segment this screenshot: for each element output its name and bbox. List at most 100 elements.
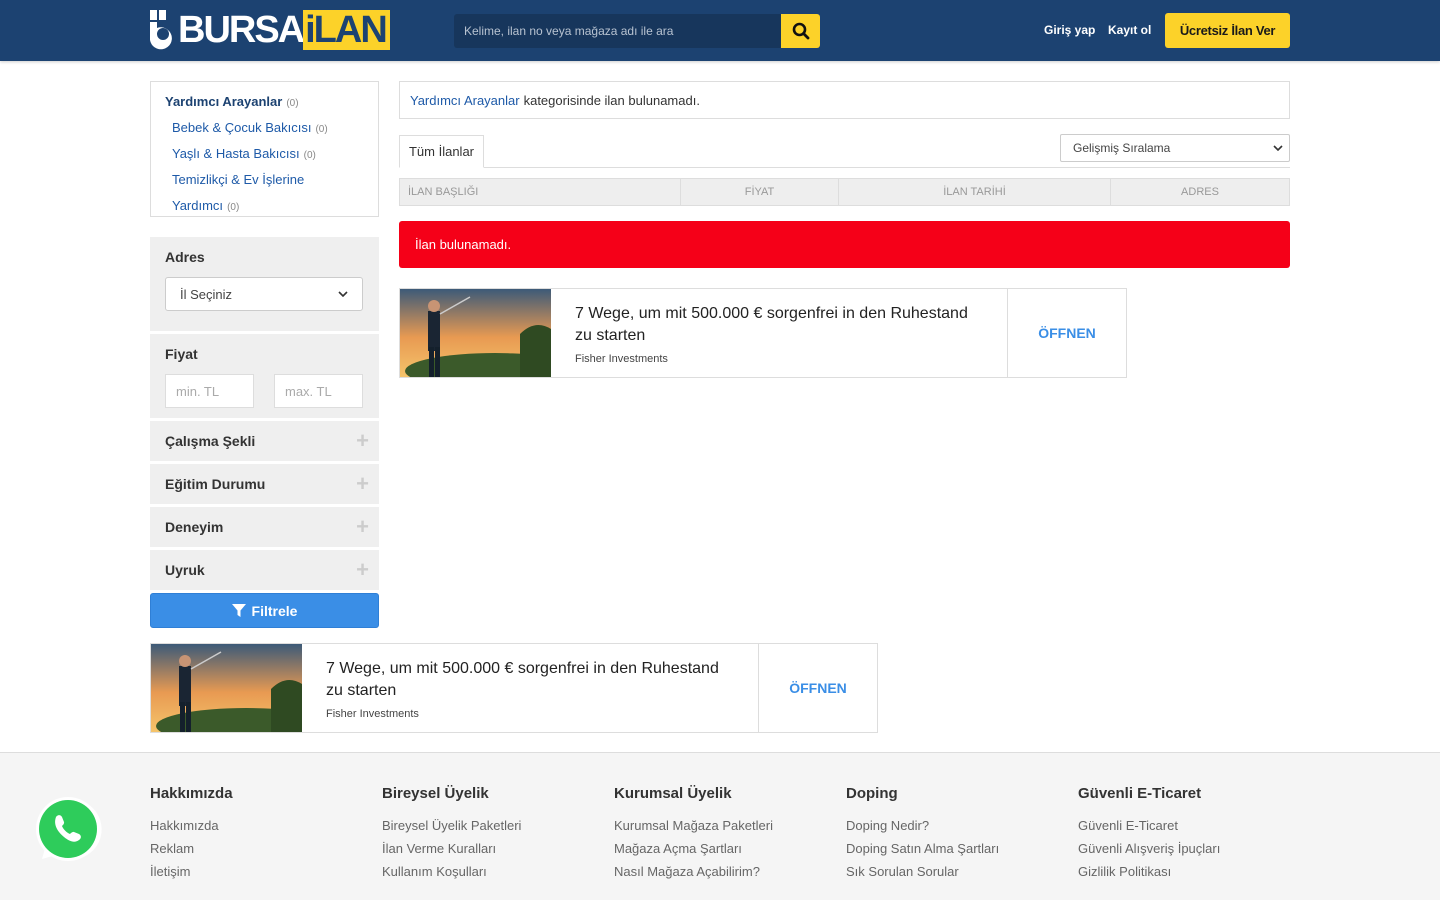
footer-link[interactable]: Bireysel Üyelik Paketleri bbox=[382, 814, 521, 837]
register-link[interactable]: Kayıt ol bbox=[1108, 23, 1151, 37]
footer-column-title: Bireysel Üyelik bbox=[382, 785, 489, 802]
search-input[interactable] bbox=[454, 14, 781, 48]
price-min-input[interactable] bbox=[165, 374, 254, 408]
plus-icon: + bbox=[356, 471, 369, 496]
footer-column-title: Hakkımızda bbox=[150, 785, 233, 802]
category-item[interactable]: Temizlikçi & Ev İşlerine bbox=[165, 172, 364, 190]
search-button[interactable] bbox=[781, 14, 820, 48]
footer-link[interactable]: Güvenli E-Ticaret bbox=[1078, 814, 1220, 837]
address-filter-title: Adres bbox=[165, 249, 205, 265]
footer-link[interactable]: Doping Nedir? bbox=[846, 814, 999, 837]
province-select-value: İl Seçiniz bbox=[180, 286, 233, 302]
no-listing-notice: Yardımcı Arayanlar kategorisinde ilan bu… bbox=[399, 81, 1290, 119]
tab-all-listings[interactable]: Tüm İlanlar bbox=[399, 135, 484, 168]
plus-icon: + bbox=[356, 514, 369, 539]
category-item[interactable]: Yaşlı & Hasta Bakıcısı (0) bbox=[165, 146, 364, 164]
site-header: BURSA iLAN Giriş yap Kayıt ol Ücretsiz İ… bbox=[0, 0, 1440, 61]
search-icon bbox=[792, 22, 809, 40]
post-free-ad-button[interactable]: Ücretsiz İlan Ver bbox=[1165, 13, 1290, 48]
footer-link[interactable]: Sık Sorulan Sorular bbox=[846, 860, 999, 883]
footer-column: Kurumsal Üyelik Kurumsal Mağaza Paketler… bbox=[614, 785, 773, 883]
footer-link[interactable]: Kullanım Koşulları bbox=[382, 860, 521, 883]
filter-button[interactable]: Filtrele bbox=[150, 593, 379, 628]
footer-link[interactable]: Nasıl Mağaza Açabilirim? bbox=[614, 860, 773, 883]
sponsored-ad[interactable]: 7 Wege, um mit 500.000 € sorgenfrei in d… bbox=[150, 643, 878, 733]
chevron-down-icon bbox=[338, 291, 348, 297]
filter-button-label: Filtrele bbox=[251, 602, 298, 619]
filter-section-title: Eğitim Durumu bbox=[165, 476, 266, 492]
category-list: Yardımcı Arayanlar (0) Bebek & Çocuk Bakı… bbox=[150, 81, 379, 217]
footer-link[interactable]: Kurumsal Mağaza Paketleri bbox=[614, 814, 773, 837]
sort-select[interactable]: Gelişmiş Sıralama bbox=[1060, 134, 1290, 162]
category-count: (0) bbox=[227, 202, 240, 213]
no-listings-alert: İlan bulunamadı. bbox=[399, 221, 1290, 268]
ad-open-button[interactable]: ÖFFNEN bbox=[1008, 289, 1126, 377]
notice-category-link[interactable]: Yardımcı Arayanlar bbox=[410, 93, 520, 108]
ad-open-button[interactable]: ÖFFNEN bbox=[759, 644, 877, 732]
ad-sponsor: Fisher Investments bbox=[575, 353, 668, 365]
filter-education[interactable]: Eğitim Durumu + bbox=[150, 464, 379, 504]
filter-section-title: Çalışma Şekli bbox=[165, 433, 256, 449]
funnel-icon bbox=[231, 603, 246, 617]
site-footer: Hakkımızda Hakkımızda Reklam İletişim Bi… bbox=[0, 752, 1440, 900]
logo-mark-icon bbox=[150, 10, 178, 50]
listing-table-header: İLAN BAŞLIĞI FİYAT İLAN TARİHİ ADRES bbox=[399, 178, 1290, 206]
filter-working-type[interactable]: Çalışma Şekli + bbox=[150, 421, 379, 461]
filter-section-title: Deneyim bbox=[165, 519, 224, 535]
footer-link[interactable]: Doping Satın Alma Şartları bbox=[846, 837, 999, 860]
column-header-address[interactable]: ADRES bbox=[1111, 179, 1289, 205]
footer-link[interactable]: Gizlilik Politikası bbox=[1078, 860, 1220, 883]
footer-column: Hakkımızda Hakkımızda Reklam İletişim bbox=[150, 785, 233, 883]
footer-column: Bireysel Üyelik Bireysel Üyelik Paketler… bbox=[382, 785, 521, 883]
ad-title[interactable]: 7 Wege, um mit 500.000 € sorgenfrei in d… bbox=[575, 303, 983, 347]
category-count: (0) bbox=[286, 98, 299, 109]
column-header-date[interactable]: İLAN TARİHİ bbox=[839, 179, 1111, 205]
tab-divider bbox=[399, 167, 1290, 168]
footer-link[interactable]: İletişim bbox=[150, 860, 233, 883]
footer-column-title: Kurumsal Üyelik bbox=[614, 785, 732, 802]
category-item-label: Bebek & Çocuk Bakıcısı bbox=[172, 120, 312, 135]
category-count: (0) bbox=[303, 150, 316, 161]
search-bar bbox=[454, 14, 820, 48]
category-main-label: Yardımcı Arayanlar bbox=[165, 94, 283, 109]
price-filter-title: Fiyat bbox=[165, 346, 198, 362]
ad-image bbox=[151, 644, 302, 732]
price-max-input[interactable] bbox=[274, 374, 363, 408]
footer-link[interactable]: Güvenli Alışveriş İpuçları bbox=[1078, 837, 1220, 860]
site-logo[interactable]: BURSA iLAN bbox=[150, 10, 390, 50]
address-filter-panel: Adres İl Seçiniz bbox=[150, 237, 379, 331]
category-item[interactable]: Bebek & Çocuk Bakıcısı (0) bbox=[165, 120, 364, 138]
notice-text: kategorisinde ilan bulunamadı. bbox=[523, 92, 700, 108]
whatsapp-button[interactable] bbox=[32, 795, 102, 865]
footer-link[interactable]: Mağaza Açma Şartları bbox=[614, 837, 773, 860]
logo-text-bursa: BURSA bbox=[178, 9, 305, 51]
category-item-label: Yaşlı & Hasta Bakıcısı bbox=[172, 146, 300, 161]
footer-link[interactable]: Reklam bbox=[150, 837, 233, 860]
chevron-down-icon bbox=[1273, 145, 1283, 151]
footer-link[interactable]: İlan Verme Kuralları bbox=[382, 837, 521, 860]
login-link[interactable]: Giriş yap bbox=[1044, 23, 1095, 37]
footer-column-title: Doping bbox=[846, 785, 898, 802]
price-filter-panel: Fiyat bbox=[150, 334, 379, 418]
sort-select-value: Gelişmiş Sıralama bbox=[1073, 141, 1171, 155]
footer-column: Doping Doping Nedir? Doping Satın Alma Ş… bbox=[846, 785, 999, 883]
whatsapp-icon bbox=[36, 797, 102, 861]
filter-nationality[interactable]: Uyruk + bbox=[150, 550, 379, 590]
footer-column-title: Güvenli E-Ticaret bbox=[1078, 785, 1202, 802]
plus-icon: + bbox=[356, 428, 369, 453]
ad-title[interactable]: 7 Wege, um mit 500.000 € sorgenfrei in d… bbox=[326, 658, 734, 702]
column-header-title[interactable]: İLAN BAŞLIĞI bbox=[400, 179, 681, 205]
footer-link[interactable]: Hakkımızda bbox=[150, 814, 233, 837]
logo-text-ilan: iLAN bbox=[303, 10, 390, 50]
filter-experience[interactable]: Deneyim + bbox=[150, 507, 379, 547]
footer-column: Güvenli E-Ticaret Güvenli E-Ticaret Güve… bbox=[1078, 785, 1220, 883]
ad-body: 7 Wege, um mit 500.000 € sorgenfrei in d… bbox=[302, 644, 759, 732]
category-main[interactable]: Yardımcı Arayanlar (0) bbox=[165, 94, 364, 112]
category-item[interactable]: Yardımcı (0) bbox=[165, 198, 364, 216]
province-select[interactable]: İl Seçiniz bbox=[165, 277, 363, 311]
ad-body: 7 Wege, um mit 500.000 € sorgenfrei in d… bbox=[551, 289, 1008, 377]
ad-image bbox=[400, 289, 551, 377]
column-header-price[interactable]: FİYAT bbox=[681, 179, 839, 205]
sponsored-ad[interactable]: 7 Wege, um mit 500.000 € sorgenfrei in d… bbox=[399, 288, 1127, 378]
filter-section-title: Uyruk bbox=[165, 562, 205, 578]
